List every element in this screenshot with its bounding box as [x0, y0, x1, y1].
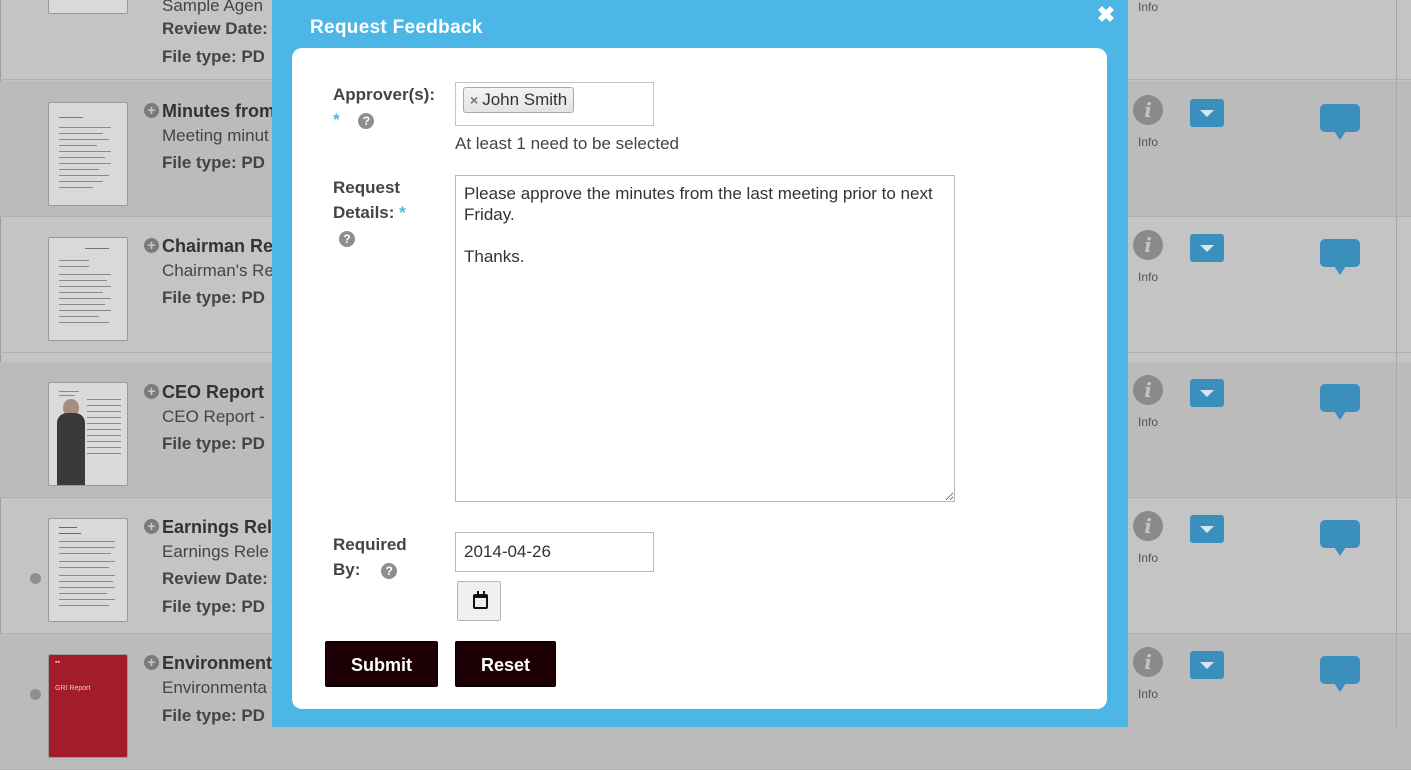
info-label: Info	[1138, 0, 1159, 14]
document-thumbnail[interactable]	[48, 102, 128, 206]
required-mark: *	[399, 203, 406, 222]
list-item-subtitle: Sample Agen	[162, 0, 264, 15]
dropdown-button[interactable]	[1190, 515, 1224, 543]
remove-tag-icon[interactable]: ×	[470, 88, 478, 112]
list-item-title[interactable]: Minutes from	[162, 101, 275, 122]
info-label: Info	[1138, 687, 1159, 701]
list-item-title[interactable]: Chairman Re	[162, 236, 273, 257]
plus-circle-icon[interactable]: +	[144, 519, 159, 534]
file-type-label: File type: PD	[162, 153, 265, 172]
calendar-icon	[473, 591, 488, 609]
approver-tag[interactable]: × John Smith	[463, 87, 575, 113]
document-thumbnail[interactable]: ▪▪ GRI Report	[48, 654, 128, 758]
request-details-label-line2: Details:	[333, 203, 395, 222]
review-date-label: Review Date:	[162, 19, 268, 38]
plus-circle-icon[interactable]: +	[144, 384, 159, 399]
list-item-subtitle: CEO Report -	[162, 407, 265, 426]
list-item-subtitle: Environmenta	[162, 678, 267, 697]
list-item-title[interactable]: CEO Report	[162, 382, 264, 403]
info-icon[interactable]: i	[1133, 647, 1163, 677]
info-label: Info	[1138, 135, 1159, 149]
plus-circle-icon[interactable]: +	[144, 655, 159, 670]
list-item-subtitle: Chairman's Re	[162, 261, 274, 280]
dropdown-button[interactable]	[1190, 234, 1224, 262]
dropdown-button[interactable]	[1190, 651, 1224, 679]
speech-bubble-icon[interactable]	[1320, 520, 1360, 556]
approvers-label: Approver(s): * ?	[333, 82, 435, 132]
list-item-title[interactable]: Earnings Rel	[162, 517, 272, 538]
plus-circle-icon[interactable]: +	[144, 238, 159, 253]
speech-bubble-icon[interactable]	[1320, 104, 1360, 140]
document-thumbnail	[48, 0, 128, 14]
document-thumbnail[interactable]	[48, 382, 128, 486]
review-date-label: Review Date:	[162, 569, 268, 588]
file-type-label: File type: PD	[162, 288, 265, 307]
required-by-label-line2: By:	[333, 560, 361, 579]
approvers-label-text: Approver(s):	[333, 85, 436, 104]
info-icon[interactable]: i	[1133, 95, 1163, 125]
list-item-subtitle: Earnings Rele	[162, 542, 269, 561]
request-details-label-line1: Request	[333, 178, 401, 197]
list-item-subtitle: Meeting minut	[162, 126, 269, 145]
thumbnail-caption: GRI Report	[55, 685, 91, 692]
file-type-label: File type: PD	[162, 706, 265, 725]
help-icon[interactable]: ?	[381, 562, 398, 579]
approvers-hint: At least 1 need to be selected	[455, 134, 679, 153]
required-mark: *	[333, 110, 340, 129]
speech-bubble-icon[interactable]	[1320, 384, 1360, 420]
request-details-label: Request Details: * ?	[333, 175, 406, 250]
submit-button[interactable]: Submit	[325, 641, 438, 687]
document-thumbnail[interactable]	[48, 518, 128, 622]
reset-button[interactable]: Reset	[455, 641, 556, 687]
divider	[1396, 0, 1397, 727]
required-by-label-line1: Required	[333, 535, 407, 554]
approver-name: John Smith	[482, 90, 568, 109]
file-type-label: File type: PD	[162, 434, 265, 453]
dialog-title: Request Feedback	[310, 17, 483, 38]
required-by-label: Required By: ?	[333, 532, 407, 582]
list-item-title[interactable]: Environment	[162, 653, 272, 674]
file-type-label: File type: PD	[162, 47, 265, 66]
close-icon[interactable]: ✖	[1096, 4, 1116, 26]
dropdown-button[interactable]	[1190, 379, 1224, 407]
plus-circle-icon[interactable]: +	[144, 103, 159, 118]
calendar-button[interactable]	[457, 581, 501, 621]
dialog-body: Approver(s): * ? × John Smith At least 1 …	[292, 48, 1107, 709]
document-thumbnail[interactable]	[48, 237, 128, 341]
info-icon[interactable]: i	[1133, 375, 1163, 405]
dropdown-button[interactable]	[1190, 99, 1224, 127]
request-feedback-dialog: Request Feedback ✖ Approver(s): * ? × Joh…	[272, 0, 1128, 727]
info-label: Info	[1138, 415, 1159, 429]
help-icon[interactable]: ?	[358, 112, 375, 129]
file-type-label: File type: PD	[162, 597, 265, 616]
status-dot	[30, 689, 41, 700]
info-label: Info	[1138, 551, 1159, 565]
info-label: Info	[1138, 270, 1159, 284]
request-details-textarea[interactable]: Please approve the minutes from the last…	[455, 175, 955, 502]
info-icon[interactable]: i	[1133, 230, 1163, 260]
required-by-date-input[interactable]	[455, 532, 654, 572]
status-dot	[30, 573, 41, 584]
speech-bubble-icon[interactable]	[1320, 656, 1360, 692]
approvers-select[interactable]: × John Smith	[455, 82, 654, 126]
info-icon[interactable]: i	[1133, 511, 1163, 541]
speech-bubble-icon[interactable]	[1320, 239, 1360, 275]
help-icon[interactable]: ?	[339, 230, 355, 247]
